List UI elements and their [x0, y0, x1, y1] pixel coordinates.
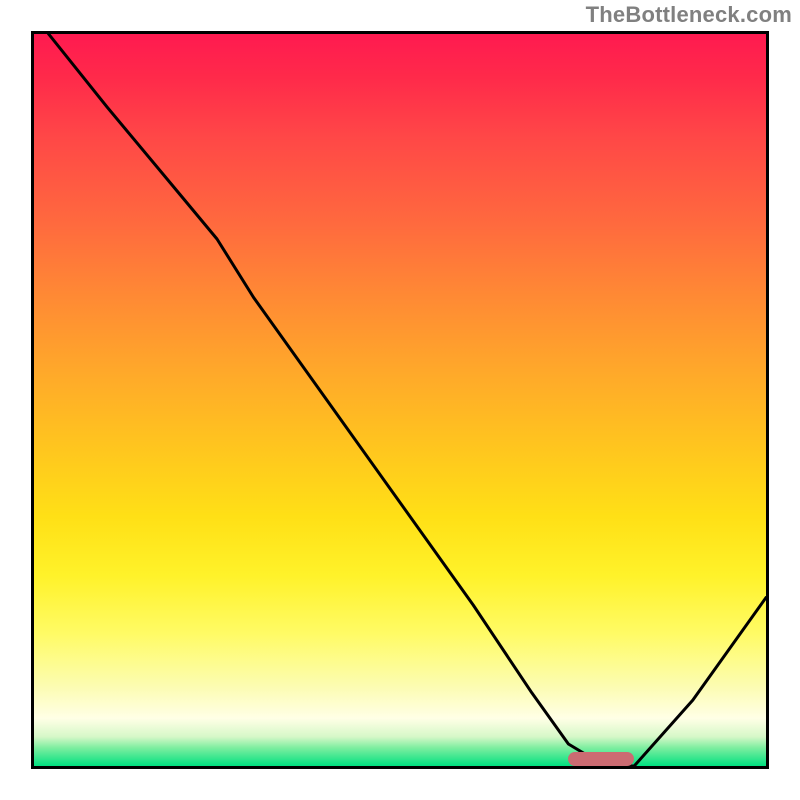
plot-area: [31, 31, 769, 769]
optimal-range-marker: [568, 752, 634, 766]
watermark-text: TheBottleneck.com: [586, 2, 792, 28]
bottleneck-curve: [34, 34, 766, 766]
chart-frame: TheBottleneck.com: [0, 0, 800, 800]
curve-path: [49, 34, 766, 766]
